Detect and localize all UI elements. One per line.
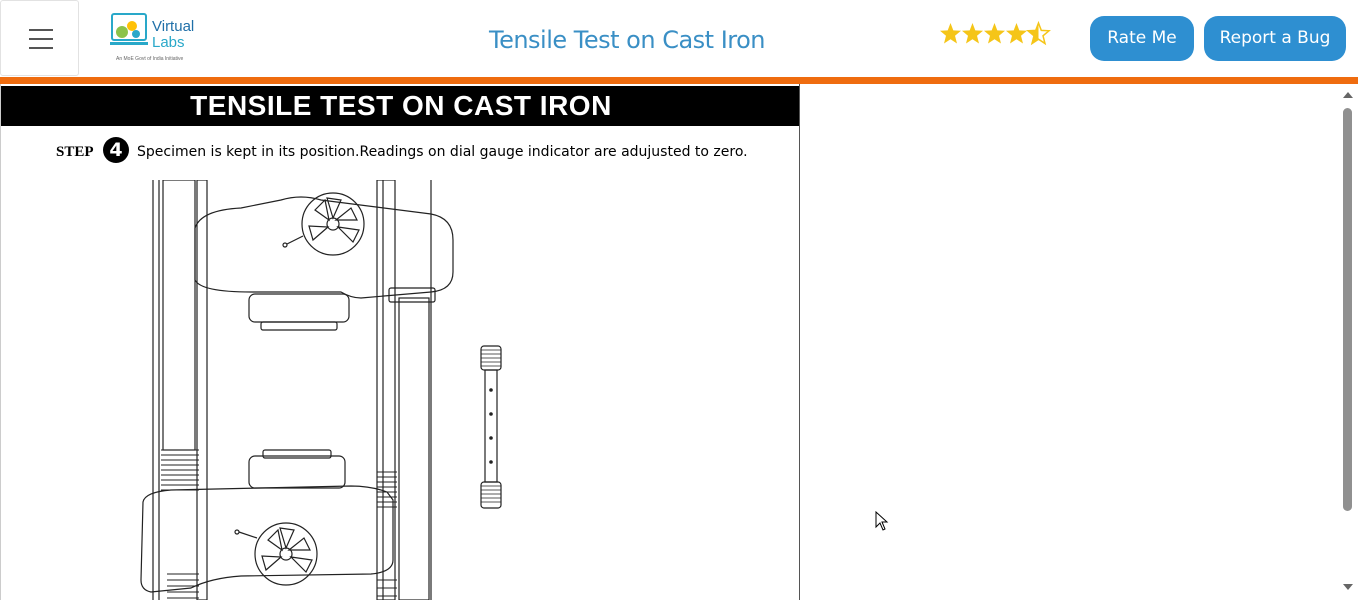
step-number-badge: 4 bbox=[103, 137, 129, 163]
rate-me-button[interactable]: Rate Me bbox=[1090, 16, 1194, 61]
star-icon bbox=[940, 22, 1050, 45]
menu-line bbox=[29, 47, 53, 49]
hamburger-menu-button[interactable] bbox=[0, 0, 79, 76]
step-label: STEP bbox=[56, 144, 94, 160]
logo-word-labs: Labs bbox=[152, 34, 185, 51]
menu-line bbox=[29, 38, 53, 40]
scroll-thumb[interactable] bbox=[1343, 108, 1352, 511]
rating-stars[interactable] bbox=[940, 21, 1052, 47]
logo-tagline: An MoE Govt of India Initiative bbox=[116, 56, 183, 62]
app-header: Virtual Labs An MoE Govt of India Initia… bbox=[0, 0, 1358, 77]
mouse-pointer-icon bbox=[875, 511, 889, 531]
report-bug-button[interactable]: Report a Bug bbox=[1204, 16, 1346, 61]
scroll-up-arrow-icon[interactable] bbox=[1343, 92, 1353, 98]
menu-line bbox=[29, 29, 53, 31]
test-specimen-icon bbox=[480, 345, 502, 509]
utm-machine-illustration bbox=[140, 180, 502, 600]
experiment-banner: TENSILE TEST ON CAST IRON bbox=[1, 86, 799, 126]
experiment-panel: TENSILE TEST ON CAST IRON STEP 4 Specime… bbox=[0, 84, 800, 600]
page-title: Tensile Test on Cast Iron bbox=[488, 26, 766, 54]
header-accent-bar bbox=[0, 77, 1358, 84]
logo-word-virtual: Virtual bbox=[152, 18, 194, 35]
step-text: Specimen is kept in its position.Reading… bbox=[137, 144, 748, 160]
virtual-labs-logo[interactable]: Virtual Labs An MoE Govt of India Initia… bbox=[110, 12, 202, 64]
scroll-down-arrow-icon[interactable] bbox=[1343, 584, 1353, 590]
right-panel-scrollbar[interactable] bbox=[1340, 88, 1356, 600]
virtual-labs-logo-icon: Virtual Labs An MoE Govt of India Initia… bbox=[110, 13, 194, 62]
